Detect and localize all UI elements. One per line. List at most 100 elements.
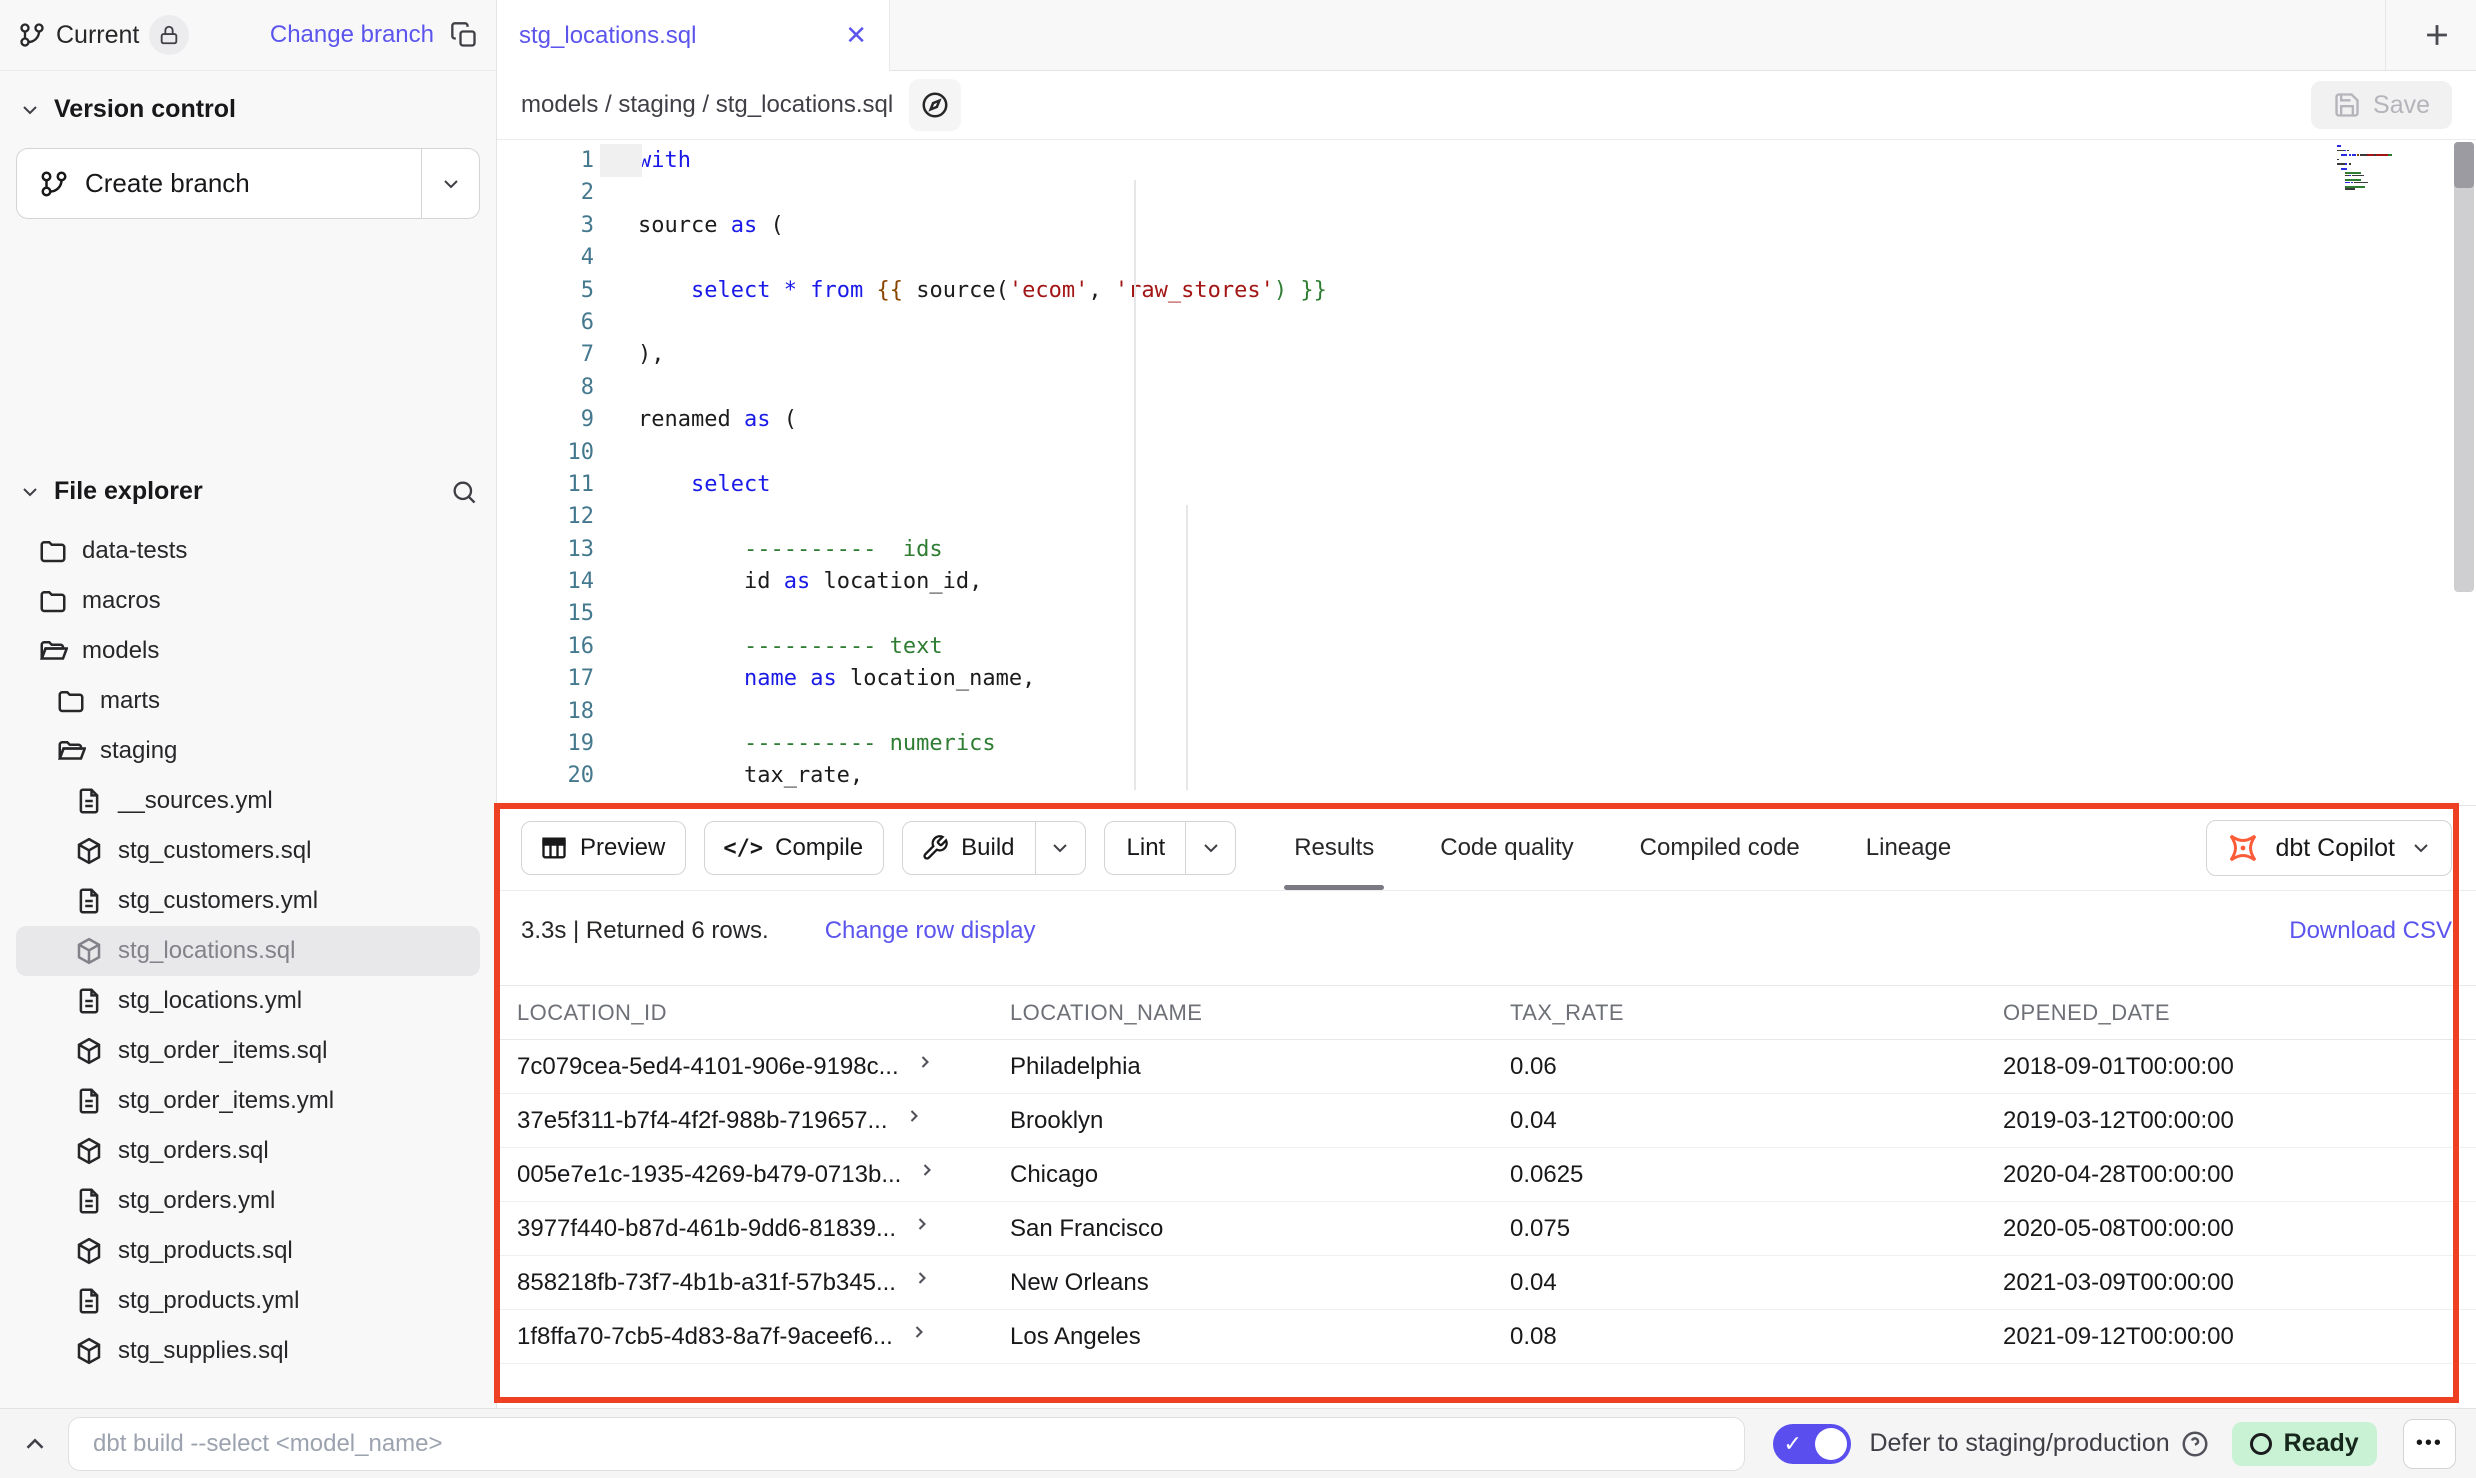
lint-dropdown[interactable] <box>1185 822 1235 874</box>
table-cell: 7c079cea-5ed4-4101-906e-9198c... <box>517 1053 1010 1081</box>
table-row[interactable]: 3977f440-b87d-461b-9dd6-81839...San Fran… <box>497 1202 2476 1256</box>
code-line-9[interactable]: 9renamed as ( <box>497 404 2476 436</box>
change-row-display-link[interactable]: Change row display <box>825 917 1036 945</box>
create-branch-dropdown[interactable] <box>421 149 479 218</box>
folder-icon <box>56 686 86 716</box>
breadcrumb: models / staging / stg_locations.sql <box>521 91 893 119</box>
file-tree-item-data-tests[interactable]: data-tests <box>16 526 480 576</box>
code-editor[interactable]: 1with23source as (45 select * from {{ so… <box>497 140 2476 805</box>
file-tree-item-marts[interactable]: marts <box>16 676 480 726</box>
chevron-right-icon[interactable] <box>912 1268 932 1288</box>
scrollbar-thumb[interactable] <box>2454 142 2474 188</box>
code-line-3[interactable]: 3source as ( <box>497 210 2476 242</box>
query-stats: 3.3s | Returned 6 rows. <box>521 917 769 945</box>
command-input[interactable]: dbt build --select <model_name> <box>68 1417 1745 1471</box>
code-line-16[interactable]: 16 ---------- text <box>497 631 2476 663</box>
panel-tab-compiled-code[interactable]: Compiled code <box>1640 806 1800 890</box>
defer-toggle[interactable]: ✓ <box>1773 1424 1851 1464</box>
column-header-location_id: LOCATION_ID <box>517 1000 1010 1026</box>
chevron-down-icon <box>1199 836 1223 860</box>
create-branch-main[interactable]: Create branch <box>17 149 421 218</box>
table-row[interactable]: 005e7e1c-1935-4269-b479-0713b...Chicago0… <box>497 1148 2476 1202</box>
file-tree-item-stg-customers-yml[interactable]: stg_customers.yml <box>16 876 480 926</box>
file-tree-item-models[interactable]: models <box>16 626 480 676</box>
code-line-13[interactable]: 13 ---------- ids <box>497 534 2476 566</box>
create-branch-button[interactable]: Create branch <box>16 148 480 219</box>
file-tree-item-stg-products-yml[interactable]: stg_products.yml <box>16 1276 480 1326</box>
chevron-right-icon[interactable] <box>909 1322 929 1342</box>
code-line-14[interactable]: 14 id as location_id, <box>497 566 2476 598</box>
editor-scrollbar[interactable] <box>2454 142 2474 592</box>
file-tree-item-stg-products-sql[interactable]: stg_products.sql <box>16 1226 480 1276</box>
chevron-right-icon[interactable] <box>917 1160 937 1180</box>
file-tree-item-staging[interactable]: staging <box>16 726 480 776</box>
file-tree-item-macros[interactable]: macros <box>16 576 480 626</box>
copy-icon[interactable] <box>450 21 478 49</box>
code-text: name as location_name, <box>610 663 1035 695</box>
indent-guide <box>1134 180 1136 790</box>
file-tree-item-stg-locations-sql[interactable]: stg_locations.sql <box>16 926 480 976</box>
file-tree-item-stg-supplies-sql[interactable]: stg_supplies.sql <box>16 1326 480 1376</box>
code-line-20[interactable]: 20 tax_rate, <box>497 760 2476 792</box>
table-row[interactable]: 858218fb-73f7-4b1b-a31f-57b345...New Orl… <box>497 1256 2476 1310</box>
close-icon[interactable]: ✕ <box>845 20 867 51</box>
file-tree-item--sources-yml[interactable]: __sources.yml <box>16 776 480 826</box>
panel-tab-lineage[interactable]: Lineage <box>1866 806 1951 890</box>
file-tree-item-stg-customers-sql[interactable]: stg_customers.sql <box>16 826 480 876</box>
table-row[interactable]: 37e5f311-b7f4-4f2f-988b-719657...Brookly… <box>497 1094 2476 1148</box>
compile-button[interactable]: </> Compile <box>704 821 884 875</box>
download-csv-link[interactable]: Download CSV <box>2289 917 2452 945</box>
code-line-15[interactable]: 15 <box>497 598 2476 630</box>
code-line-6[interactable]: 6 <box>497 307 2476 339</box>
file-explorer-header[interactable]: File explorer <box>0 467 496 516</box>
file-tree-item-stg-order-items-yml[interactable]: stg_order_items.yml <box>16 1076 480 1126</box>
chevron-right-icon[interactable] <box>915 1052 935 1072</box>
more-options-button[interactable]: ••• <box>2403 1419 2456 1469</box>
code-line-8[interactable]: 8 <box>497 372 2476 404</box>
code-text <box>610 437 638 469</box>
doc-icon <box>74 1286 104 1316</box>
file-tree-item-stg-orders-yml[interactable]: stg_orders.yml <box>16 1176 480 1226</box>
code-line-11[interactable]: 11 select <box>497 469 2476 501</box>
panel-tab-results[interactable]: Results <box>1294 806 1374 890</box>
new-tab-button[interactable] <box>2420 0 2454 70</box>
code-line-19[interactable]: 19 ---------- numerics <box>497 728 2476 760</box>
file-tree-item-stg-locations-yml[interactable]: stg_locations.yml <box>16 976 480 1026</box>
code-line-5[interactable]: 5 select * from {{ source('ecom', 'raw_s… <box>497 275 2476 307</box>
build-dropdown[interactable] <box>1035 822 1085 874</box>
code-line-18[interactable]: 18 <box>497 696 2476 728</box>
chevron-up-icon[interactable] <box>20 1429 50 1459</box>
tab-stg-locations[interactable]: stg_locations.sql ✕ <box>497 0 890 71</box>
git-branch-icon <box>39 169 69 199</box>
code-line-4[interactable]: 4 <box>497 242 2476 274</box>
version-control-header[interactable]: Version control <box>0 71 496 134</box>
line-number: 4 <box>497 242 610 274</box>
chevron-right-icon[interactable] <box>904 1106 924 1126</box>
file-label: stg_locations.sql <box>118 937 295 965</box>
code-text: id as location_id, <box>610 566 982 598</box>
minimap[interactable] <box>2337 145 2427 191</box>
code-line-1[interactable]: 1with <box>497 145 2476 177</box>
code-line-7[interactable]: 7), <box>497 339 2476 371</box>
lint-button[interactable]: Lint <box>1104 821 1237 875</box>
preview-button[interactable]: Preview <box>521 821 686 875</box>
code-line-17[interactable]: 17 name as location_name, <box>497 663 2476 695</box>
table-row[interactable]: 7c079cea-5ed4-4101-906e-9198c...Philadel… <box>497 1040 2476 1094</box>
code-line-10[interactable]: 10 <box>497 437 2476 469</box>
save-button[interactable]: Save <box>2311 81 2452 129</box>
code-line-12[interactable]: 12 <box>497 501 2476 533</box>
code-text: select * from {{ source('ecom', 'raw_sto… <box>610 275 1327 307</box>
search-icon[interactable] <box>450 478 478 506</box>
table-row[interactable]: 1f8ffa70-7cb5-4d83-8a7f-9aceef6...Los An… <box>497 1310 2476 1364</box>
table-icon <box>522 834 568 862</box>
chevron-right-icon[interactable] <box>912 1214 932 1234</box>
build-button[interactable]: Build <box>902 821 1085 875</box>
help-circle-icon[interactable] <box>2180 1429 2210 1459</box>
panel-tab-code-quality[interactable]: Code quality <box>1440 806 1573 890</box>
change-branch-link[interactable]: Change branch <box>270 21 434 49</box>
lineage-compass-button[interactable] <box>909 79 961 131</box>
code-line-2[interactable]: 2 <box>497 177 2476 209</box>
file-tree-item-stg-orders-sql[interactable]: stg_orders.sql <box>16 1126 480 1176</box>
dbt-copilot-button[interactable]: dbt Copilot <box>2206 820 2452 876</box>
file-tree-item-stg-order-items-sql[interactable]: stg_order_items.sql <box>16 1026 480 1076</box>
